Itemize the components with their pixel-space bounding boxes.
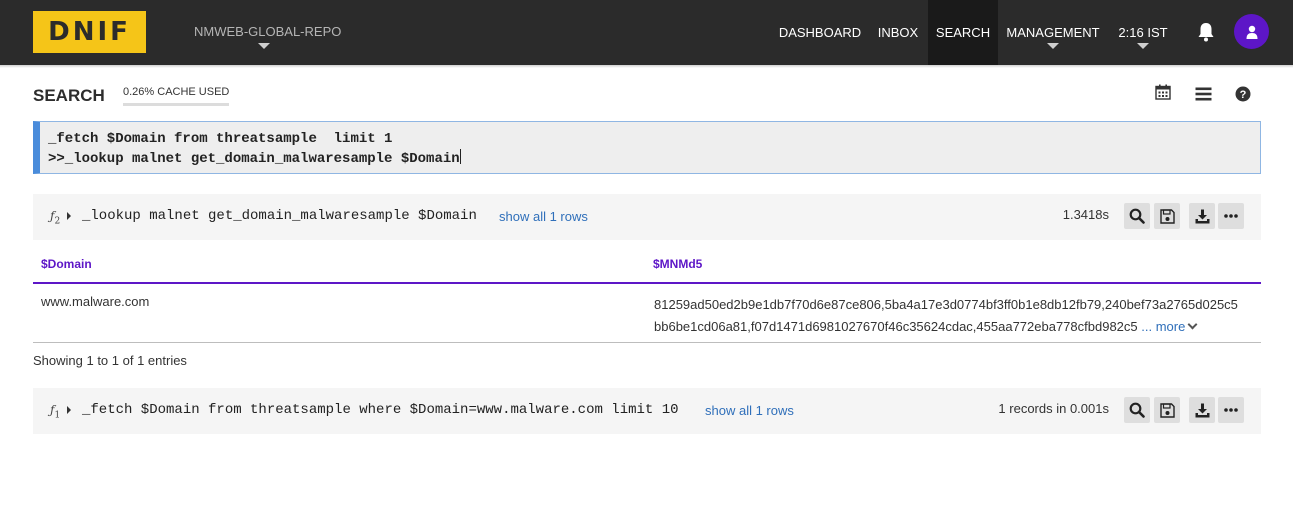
download-icon bbox=[1195, 403, 1209, 417]
result-command: _fetch $Domain from threatsample where $… bbox=[82, 402, 679, 418]
show-all-rows-link[interactable]: show all 1 rows bbox=[499, 209, 588, 224]
repo-selector[interactable]: NMWEB-GLOBAL-REPO bbox=[194, 24, 341, 39]
search-icon bbox=[1129, 402, 1145, 418]
download-icon bbox=[1195, 209, 1209, 223]
search-result-button[interactable] bbox=[1124, 397, 1150, 423]
function-index-label: ƒ2 bbox=[50, 209, 60, 226]
cell-domain: www.malware.com bbox=[41, 294, 150, 309]
clock-time[interactable]: 2:16 IST bbox=[1112, 0, 1174, 65]
entries-info: Showing 1 to 1 of 1 entries bbox=[33, 353, 187, 368]
expand-caret-icon[interactable] bbox=[67, 212, 71, 220]
page-title: SEARCH bbox=[33, 86, 105, 105]
navbar-shadow bbox=[0, 65, 1293, 68]
management-chevron-down-icon[interactable] bbox=[1047, 43, 1059, 49]
expand-caret-icon[interactable] bbox=[67, 406, 71, 414]
result-panel-header: ƒ2 _lookup malnet get_domain_malwaresamp… bbox=[33, 194, 1261, 240]
dnif-logo[interactable]: DNIF bbox=[33, 11, 146, 53]
ellipsis-icon bbox=[1224, 408, 1238, 412]
nav-search[interactable]: SEARCH bbox=[928, 0, 998, 65]
save-result-button[interactable] bbox=[1154, 397, 1180, 423]
download-result-button[interactable] bbox=[1189, 397, 1215, 423]
result-command: _lookup malnet get_domain_malwaresample … bbox=[82, 208, 477, 224]
function-index-label: ƒ1 bbox=[50, 403, 60, 420]
result-timing: 1 records in 0.001s bbox=[998, 401, 1109, 416]
result-timing: 1.3418s bbox=[1062, 207, 1109, 222]
result-panel-header: ƒ1 _fetch $Domain from threatsample wher… bbox=[33, 388, 1261, 434]
query-line-2: >>_lookup malnet get_domain_malwaresampl… bbox=[48, 149, 1260, 169]
user-avatar[interactable] bbox=[1234, 14, 1269, 49]
cell-mnmd5-line2: bb6be1cd06a81,f07d1471d6981027670f46c356… bbox=[654, 319, 1138, 334]
save-icon bbox=[1159, 402, 1175, 418]
cache-used-badge: 0.26% CACHE USED bbox=[123, 86, 230, 106]
table-row: www.malware.com 81259ad50ed2b9e1db7f70d6… bbox=[33, 284, 1261, 343]
query-editor[interactable]: _fetch $Domain from threatsample limit 1… bbox=[33, 121, 1261, 174]
list-icon[interactable] bbox=[1195, 86, 1212, 102]
column-header-domain[interactable]: $Domain bbox=[41, 257, 92, 271]
svg-text:?: ? bbox=[1240, 89, 1247, 101]
save-result-button[interactable] bbox=[1154, 203, 1180, 229]
ellipsis-icon bbox=[1224, 214, 1238, 218]
time-chevron-down-icon[interactable] bbox=[1137, 43, 1149, 49]
cell-mnmd5: 81259ad50ed2b9e1db7f70d6e87ce806,5ba4a17… bbox=[654, 294, 1254, 338]
download-result-button[interactable] bbox=[1189, 203, 1215, 229]
logo-text: DNIF bbox=[48, 17, 131, 47]
function-index: 1 bbox=[54, 410, 61, 421]
bell-icon[interactable] bbox=[1197, 22, 1215, 42]
function-index: 2 bbox=[54, 216, 61, 227]
nav-dashboard[interactable]: DASHBOARD bbox=[776, 0, 864, 65]
search-result-button[interactable] bbox=[1124, 203, 1150, 229]
text-cursor bbox=[459, 149, 461, 164]
query-line-2-text: >>_lookup malnet get_domain_malwaresampl… bbox=[48, 151, 460, 167]
more-options-button[interactable] bbox=[1218, 203, 1244, 229]
expand-more-link[interactable]: ... more bbox=[1141, 319, 1185, 334]
calendar-icon[interactable] bbox=[1155, 84, 1171, 100]
show-all-rows-link[interactable]: show all 1 rows bbox=[705, 403, 794, 418]
user-icon bbox=[1246, 25, 1257, 39]
column-header-mnmd5[interactable]: $MNMd5 bbox=[653, 257, 702, 271]
cell-mnmd5-line1: 81259ad50ed2b9e1db7f70d6e87ce806,5ba4a17… bbox=[654, 297, 1238, 312]
search-icon bbox=[1129, 208, 1145, 224]
nav-management[interactable]: MANAGEMENT bbox=[1004, 0, 1102, 65]
more-options-button[interactable] bbox=[1218, 397, 1244, 423]
nav-inbox[interactable]: INBOX bbox=[872, 0, 924, 65]
result-table-header: $Domain $MNMd5 bbox=[33, 241, 1261, 284]
query-line-1: _fetch $Domain from threatsample limit 1 bbox=[48, 131, 393, 147]
top-navbar: DNIF NMWEB-GLOBAL-REPO DASHBOARD INBOX S… bbox=[0, 0, 1293, 65]
repo-chevron-down-icon[interactable] bbox=[258, 43, 270, 49]
chevron-down-icon[interactable] bbox=[1187, 319, 1198, 330]
save-icon bbox=[1159, 208, 1175, 224]
help-icon[interactable]: ? bbox=[1235, 86, 1251, 102]
